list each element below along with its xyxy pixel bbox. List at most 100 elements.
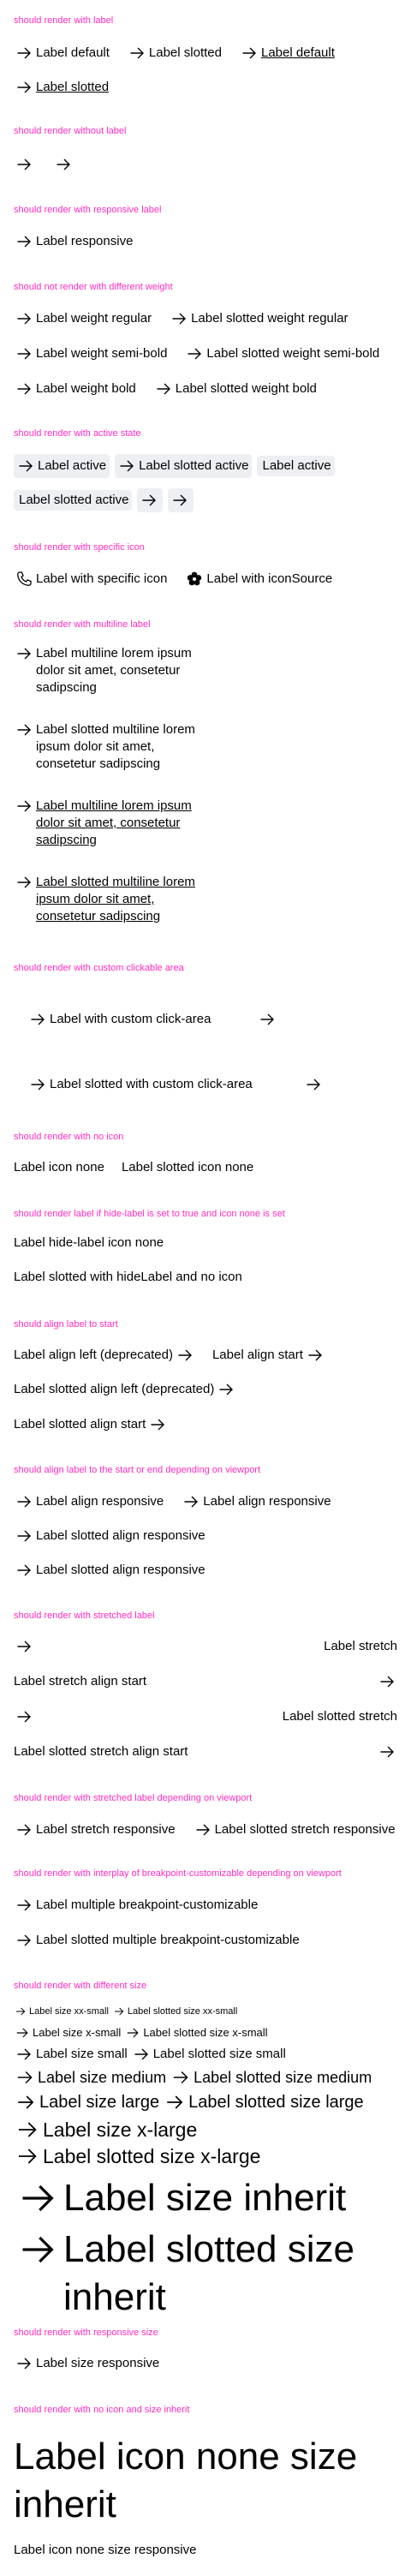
link-row: Label icon none Label slotted icon none: [14, 1159, 397, 1176]
arrow-right-icon: [124, 2024, 141, 2041]
arrow-right-icon: [139, 490, 159, 511]
link-weight-semibold[interactable]: Label weight semi-bold: [14, 344, 167, 364]
arrow-right-icon: [14, 1491, 34, 1512]
link-size-large[interactable]: Label size large: [14, 2090, 159, 2114]
link-align-responsive[interactable]: Label align responsive: [181, 1491, 331, 1512]
link-multiline-underline[interactable]: Label multiline lorem ipsum dolor sit am…: [14, 798, 216, 849]
arrow-right-icon: [127, 43, 147, 63]
link-align-start[interactable]: Label align start: [212, 1345, 325, 1366]
arrow-right-icon[interactable]: [303, 1074, 325, 1095]
link-icon-only[interactable]: [53, 154, 75, 175]
link-pure-slotted-underline[interactable]: Label slotted: [14, 77, 109, 98]
link-size-xx-small[interactable]: Label size xx-small: [14, 2005, 109, 2018]
link-stretch-align-start[interactable]: Label stretch align start: [14, 1671, 397, 1692]
link-active-icon-only[interactable]: [168, 488, 194, 512]
link-size-medium[interactable]: Label size medium: [14, 2066, 166, 2089]
link-responsive[interactable]: Label responsive: [14, 231, 133, 252]
link-size-x-small[interactable]: Label size x-small: [14, 2024, 121, 2041]
link-slotted-align-responsive[interactable]: Label slotted align responsive: [14, 1526, 206, 1546]
link-active-icon-only[interactable]: [137, 488, 164, 512]
link-slotted-stretch[interactable]: Label slotted stretch: [14, 1706, 397, 1727]
link-row: Label slotted size x-large: [14, 2143, 397, 2170]
arrow-right-icon: [239, 43, 259, 63]
link-row: Label slotted align responsive: [14, 1560, 397, 1581]
section-heading: should render with no icon: [14, 1132, 124, 1142]
link-slotted-weight-regular[interactable]: Label slotted weight regular: [169, 308, 348, 329]
link-multiple-breakpoint[interactable]: Label multiple breakpoint-customizable: [14, 1895, 258, 1916]
section-heading: should render with different size: [14, 1981, 147, 1991]
link-stretch[interactable]: Label stretch: [14, 1636, 397, 1657]
arrow-right-icon: [27, 1074, 48, 1095]
link-pure-underline[interactable]: Label default: [239, 43, 335, 63]
arrow-right-icon: [14, 2116, 41, 2143]
link-slotted-multiline[interactable]: Label slotted multiline lorem ipsum dolo…: [14, 721, 216, 773]
link-slotted-size-inherit[interactable]: Label slotted size inherit: [14, 2226, 389, 2322]
arrow-right-icon: [377, 1671, 397, 1692]
link-hide-label-icon-none[interactable]: Label hide-label icon none: [14, 1234, 164, 1252]
link-row: Label size x-large: [14, 2116, 397, 2143]
link-row: Label size small Label slotted size smal…: [14, 2044, 397, 2065]
link-slotted-custom-click-area[interactable]: Label slotted with custom click-area: [27, 1074, 253, 1095]
link-icon-none[interactable]: Label icon none: [14, 1159, 104, 1176]
arrow-right-icon: [14, 643, 34, 664]
link-pure-default[interactable]: Label default: [14, 43, 110, 63]
link-slotted-stretch-responsive[interactable]: Label slotted stretch responsive: [193, 1820, 396, 1840]
arrow-right-icon: [305, 1345, 325, 1366]
link-row: Label slotted multiple breakpoint-custom…: [14, 1930, 397, 1951]
link-stretch-responsive[interactable]: Label stretch responsive: [14, 1820, 176, 1840]
arrow-right-icon: [14, 308, 34, 329]
link-icon-none-size-inherit[interactable]: Label icon none size inherit: [14, 2433, 380, 2529]
link-pure-slotted[interactable]: Label slotted: [127, 43, 222, 63]
link-row: Label weight semi-bold Label slotted wei…: [14, 344, 397, 364]
link-slotted-align-responsive[interactable]: Label slotted align responsive: [14, 1560, 206, 1581]
link-slotted-size-xx-small[interactable]: Label slotted size xx-small: [112, 2005, 237, 2018]
section-heading: should render with label: [14, 15, 114, 26]
arrow-right-icon: [14, 43, 34, 63]
link-specific-icon[interactable]: Label with specific icon: [14, 569, 167, 589]
link-slotted-align-left[interactable]: Label slotted align left (deprecated): [14, 1379, 236, 1400]
arrow-right-icon: [14, 2353, 34, 2374]
link-weight-bold[interactable]: Label weight bold: [14, 379, 136, 399]
link-row: Label size medium Label slotted size med…: [14, 2066, 397, 2089]
link-row: Label size inherit: [14, 2174, 397, 2222]
arrow-right-icon: [14, 2226, 62, 2274]
link-align-responsive[interactable]: Label align responsive: [14, 1491, 164, 1512]
section-heading: should render with active state: [14, 428, 141, 439]
link-slotted-stretch-align-start[interactable]: Label slotted stretch align start: [14, 1742, 397, 1762]
arrow-right-icon: [14, 720, 34, 740]
arrow-right-icon[interactable]: [257, 1009, 279, 1030]
link-slotted-size-small[interactable]: Label slotted size small: [131, 2044, 286, 2065]
link-slotted-size-large[interactable]: Label slotted size large: [163, 2090, 364, 2114]
link-slotted-active[interactable]: Label slotted active: [115, 454, 253, 478]
link-row: Label icon none size inherit: [14, 2433, 397, 2529]
link-slotted-multiline-underline[interactable]: Label slotted multiline lorem ipsum dolo…: [14, 874, 216, 925]
link-icon-source[interactable]: Label with iconSource: [184, 569, 332, 589]
link-slotted-hide-label-no-icon[interactable]: Label slotted with hideLabel and no icon: [14, 1269, 242, 1286]
link-slotted-multiple-breakpoint[interactable]: Label slotted multiple breakpoint-custom…: [14, 1930, 300, 1951]
link-weight-regular[interactable]: Label weight regular: [14, 308, 152, 329]
link-active[interactable]: Label active: [14, 454, 110, 478]
link-slotted-size-x-small[interactable]: Label slotted size x-small: [124, 2024, 268, 2041]
link-multiline[interactable]: Label multiline lorem ipsum dolor sit am…: [14, 645, 216, 696]
link-slotted-weight-bold[interactable]: Label slotted weight bold: [153, 379, 317, 399]
link-custom-click-area[interactable]: Label with custom click-area: [27, 1009, 211, 1030]
section-heading: should align label to the start or end d…: [14, 1465, 261, 1475]
arrow-right-icon: [14, 154, 34, 175]
arrow-right-icon: [147, 1414, 168, 1435]
link-slotted-active-no-icon[interactable]: Label slotted active: [14, 490, 133, 511]
link-slotted-size-medium[interactable]: Label slotted size medium: [170, 2066, 372, 2089]
link-size-x-large[interactable]: Label size x-large: [14, 2116, 197, 2143]
link-slotted-align-start[interactable]: Label slotted align start: [14, 1414, 168, 1435]
link-size-inherit[interactable]: Label size inherit: [14, 2174, 389, 2222]
link-slotted-size-x-large[interactable]: Label slotted size x-large: [14, 2143, 260, 2170]
link-size-small[interactable]: Label size small: [14, 2044, 128, 2065]
link-row: Label slotted with custom click-area: [27, 1074, 397, 1095]
link-icon-only[interactable]: [14, 154, 36, 175]
link-slotted-weight-semibold[interactable]: Label slotted weight semi-bold: [184, 344, 379, 364]
arrow-right-icon: [53, 154, 74, 175]
link-icon-none-size-responsive[interactable]: Label icon none size responsive: [14, 2542, 196, 2559]
link-size-responsive[interactable]: Label size responsive: [14, 2353, 159, 2374]
link-slotted-icon-none[interactable]: Label slotted icon none: [122, 1159, 253, 1176]
link-align-left[interactable]: Label align left (deprecated): [14, 1345, 195, 1366]
link-active-no-icon[interactable]: Label active: [257, 456, 335, 476]
